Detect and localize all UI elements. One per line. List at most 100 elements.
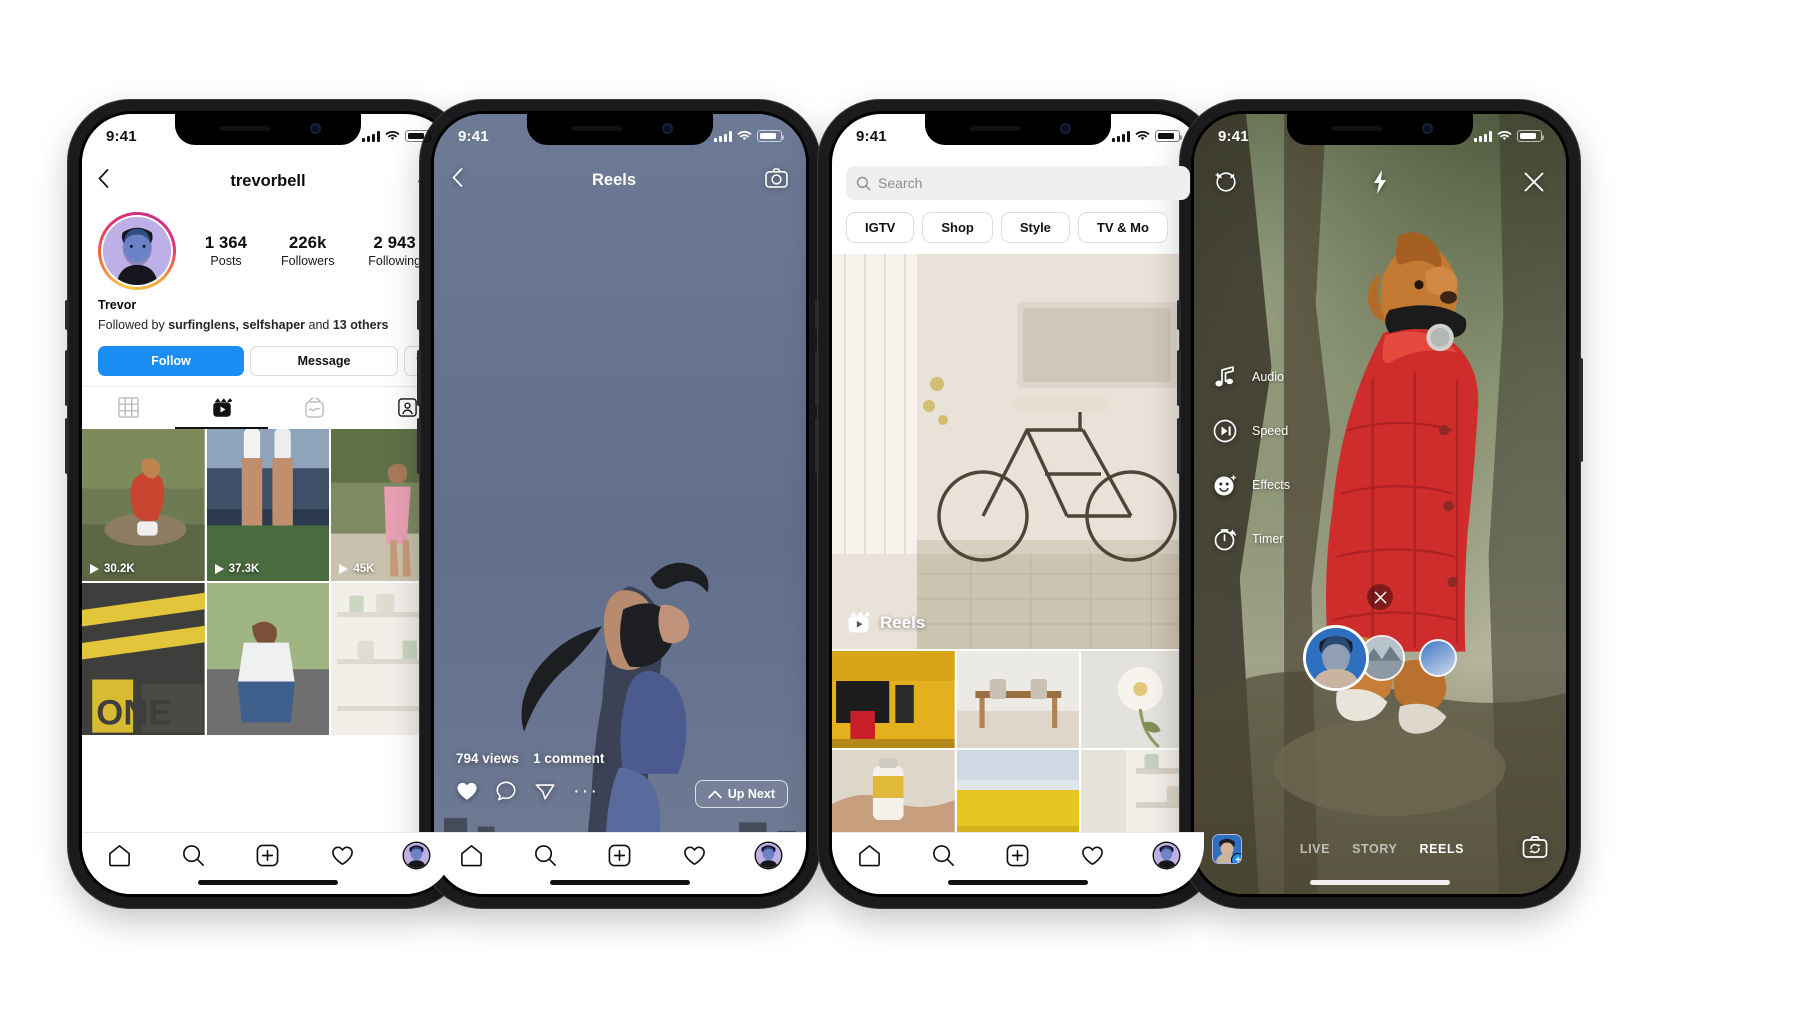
explore-hero-reel[interactable]: Reels <box>832 254 1204 649</box>
comment-icon[interactable] <box>495 780 517 802</box>
effects-carousel[interactable] <box>1194 616 1566 700</box>
notch <box>1287 114 1473 145</box>
wifi-icon <box>1135 130 1150 140</box>
dismiss-effects-button[interactable] <box>1367 584 1393 610</box>
back-icon[interactable] <box>98 169 120 193</box>
view-count: 45K <box>338 563 374 575</box>
battery-icon <box>405 130 432 142</box>
profile-stats: 1 364 Posts 226k Followers 2 943 Followi… <box>182 234 438 268</box>
gallery-thumb[interactable]: + <box>1212 834 1242 864</box>
search-icon[interactable] <box>181 843 206 868</box>
sidebar-item-reels[interactable] <box>175 387 268 429</box>
effect-selected[interactable] <box>1303 625 1369 691</box>
pill-shop[interactable]: Shop <box>922 212 993 243</box>
grid-cell[interactable]: 37.3K <box>206 428 330 581</box>
camera-mode-selector[interactable]: LIVE STORY REELS <box>1242 842 1522 856</box>
follow-button[interactable]: Follow <box>98 345 244 376</box>
stat-value: 2 943 <box>373 234 416 252</box>
profile-tab-row <box>82 385 454 429</box>
phone-3-explore: 9:41 Search IGTV Shop Style TV & Mo Reel… <box>815 100 1221 908</box>
wifi-icon <box>737 130 752 140</box>
followed-prefix: Followed by <box>98 318 169 332</box>
search-icon[interactable] <box>533 843 558 868</box>
camera-bottom-bar: + LIVE STORY REELS <box>1194 826 1566 872</box>
screenshot-stage: 9:41 trevorbell ··· <box>0 0 1818 1018</box>
stat-value: 1 364 <box>204 234 248 252</box>
music-note-icon <box>1215 366 1234 387</box>
back-icon[interactable] <box>452 168 463 192</box>
sidebar-item-igtv[interactable] <box>268 387 361 429</box>
pill-igtv[interactable]: IGTV <box>846 212 915 243</box>
notch <box>527 114 713 145</box>
status-time: 9:41 <box>1218 127 1249 145</box>
view-count: 30.2K <box>89 563 135 575</box>
flip-camera-button[interactable] <box>1522 835 1548 864</box>
pill-style[interactable]: Style <box>1000 212 1070 243</box>
search-input[interactable]: Search <box>846 166 1190 200</box>
play-icon <box>90 563 99 574</box>
sidebar-item-grid[interactable] <box>82 387 175 429</box>
reel-action-row: ··· <box>456 780 604 802</box>
plus-square-icon[interactable] <box>255 843 280 868</box>
flash-icon[interactable] <box>1372 169 1388 195</box>
grid-cell[interactable]: ONE <box>82 582 205 735</box>
stat-posts[interactable]: 1 364 Posts <box>205 234 247 268</box>
grid-icon <box>118 397 139 419</box>
ellipsis-icon[interactable]: ··· <box>573 781 599 801</box>
close-icon[interactable] <box>1522 170 1546 194</box>
grid-cell[interactable] <box>832 651 955 748</box>
home-icon[interactable] <box>857 843 882 868</box>
view-count: 794 views <box>456 751 520 766</box>
search-placeholder: Search <box>878 175 923 191</box>
status-time: 9:41 <box>106 127 137 145</box>
home-icon[interactable] <box>459 843 484 868</box>
profile-bio: Trevor Followed by surfinglens, selfshap… <box>82 294 454 334</box>
tool-effects[interactable]: Effects <box>1212 472 1290 498</box>
page-title: trevorbell <box>230 171 306 190</box>
grid-cell[interactable]: 30.2K <box>82 428 205 581</box>
category-pill-row[interactable]: IGTV Shop Style TV & Mo <box>832 212 1204 243</box>
reels-grid: 30.2K 37.3K 45K ONE <box>82 428 454 735</box>
message-button[interactable]: Message <box>250 345 398 376</box>
reels-badge-label: Reels <box>880 612 926 632</box>
heart-icon[interactable] <box>1080 843 1105 868</box>
grid-cell[interactable] <box>206 582 330 735</box>
tool-timer[interactable]: Timer <box>1212 526 1290 552</box>
tool-speed[interactable]: Speed <box>1212 418 1290 444</box>
heart-icon[interactable] <box>456 780 478 802</box>
grid-cell[interactable] <box>956 651 1080 748</box>
profile-avatar[interactable] <box>756 843 782 868</box>
search-icon[interactable] <box>931 843 956 868</box>
stat-following[interactable]: 2 943 Following <box>368 234 421 268</box>
home-icon[interactable] <box>107 843 132 868</box>
status-time: 9:41 <box>856 127 887 145</box>
profile-avatar[interactable] <box>98 212 176 290</box>
camera-top-bar <box>1194 160 1566 204</box>
sparkle-settings-icon[interactable] <box>1214 170 1238 194</box>
profile-avatar[interactable] <box>1154 843 1180 868</box>
share-icon[interactable] <box>534 780 556 802</box>
followed-names[interactable]: surfinglens, selfshaper <box>168 318 305 332</box>
followed-others[interactable]: 13 others <box>333 318 389 332</box>
pill-tv-and-movies[interactable]: TV & Mo <box>1077 212 1168 243</box>
mode-story[interactable]: STORY <box>1352 842 1397 856</box>
profile-avatar[interactable] <box>404 843 430 868</box>
camera-icon[interactable] <box>765 167 788 193</box>
tool-audio[interactable]: Audio <box>1212 364 1290 390</box>
stat-followers[interactable]: 226k Followers <box>281 234 335 268</box>
explore-grid <box>832 651 1204 847</box>
effect-option[interactable] <box>1419 639 1457 677</box>
speed-icon <box>1213 419 1237 443</box>
up-next-button[interactable]: Up Next <box>694 780 788 808</box>
followed-by-text: Followed by surfinglens, selfshaper and … <box>98 317 438 334</box>
mode-reels[interactable]: REELS <box>1419 842 1464 856</box>
heart-icon[interactable] <box>682 843 707 868</box>
comment-count[interactable]: 1 comment <box>533 751 604 766</box>
plus-square-icon[interactable] <box>607 843 632 868</box>
timer-icon <box>1214 529 1237 551</box>
battery-icon <box>1155 130 1182 142</box>
heart-icon[interactable] <box>330 843 355 868</box>
mode-live[interactable]: LIVE <box>1300 842 1330 856</box>
wifi-icon <box>385 130 400 140</box>
plus-square-icon[interactable] <box>1005 843 1030 868</box>
